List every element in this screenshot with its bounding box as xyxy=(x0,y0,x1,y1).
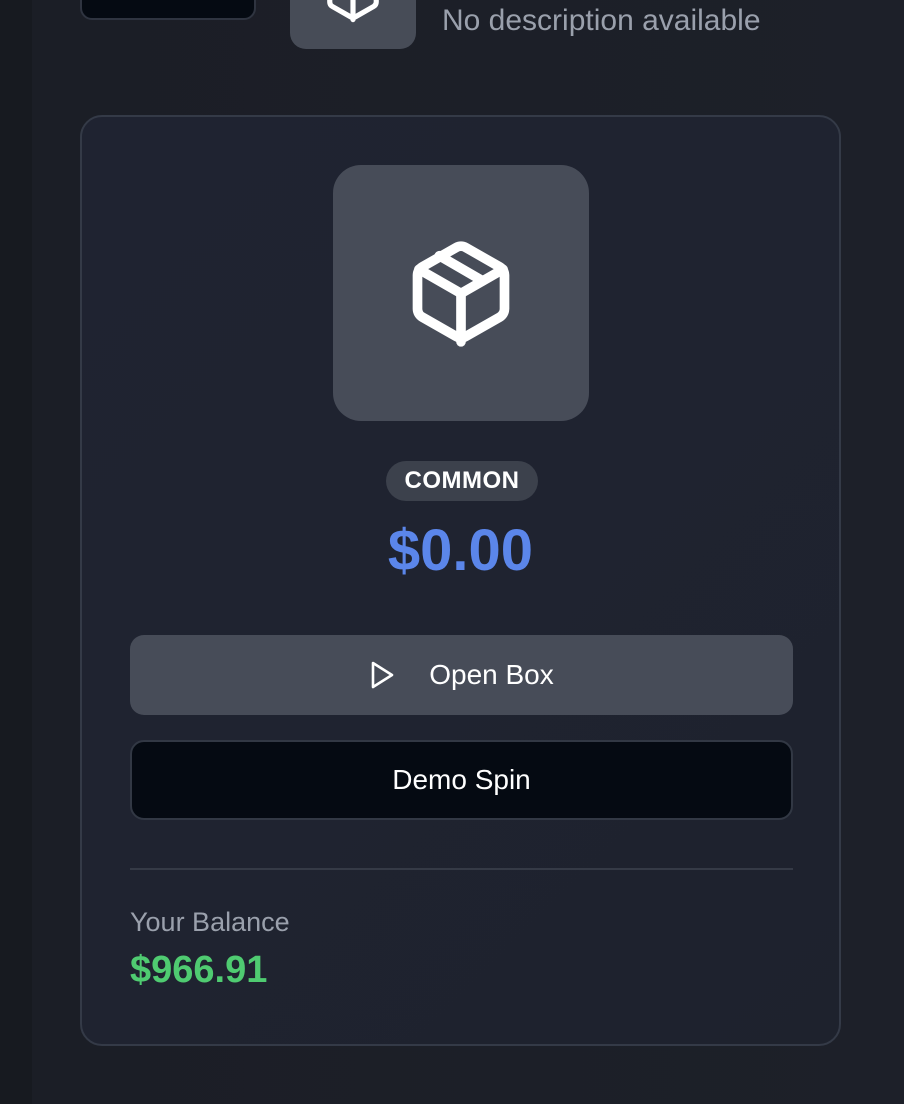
divider xyxy=(130,868,793,870)
previous-item-button[interactable] xyxy=(80,0,256,20)
rarity-badge: COMMON xyxy=(386,461,538,501)
sidebar-edge xyxy=(0,0,32,1104)
box-price: $0.00 xyxy=(387,518,534,583)
previous-item-description: No description available xyxy=(442,4,761,37)
package-icon xyxy=(327,0,379,23)
balance-value: $966.91 xyxy=(130,949,268,991)
open-box-label: Open Box xyxy=(429,659,554,690)
box-card: COMMON $0.00 Open Box Demo Spin Your Bal… xyxy=(80,115,841,1046)
box-image xyxy=(333,165,589,421)
previous-item-thumbnail xyxy=(290,0,416,49)
play-icon xyxy=(371,661,394,689)
demo-spin-button[interactable]: Demo Spin xyxy=(130,740,793,820)
package-icon xyxy=(412,241,510,347)
page: No description available COMMON $0.00 Op… xyxy=(0,0,904,1104)
open-box-button[interactable]: Open Box xyxy=(130,635,793,715)
balance-label: Your Balance xyxy=(130,907,290,937)
